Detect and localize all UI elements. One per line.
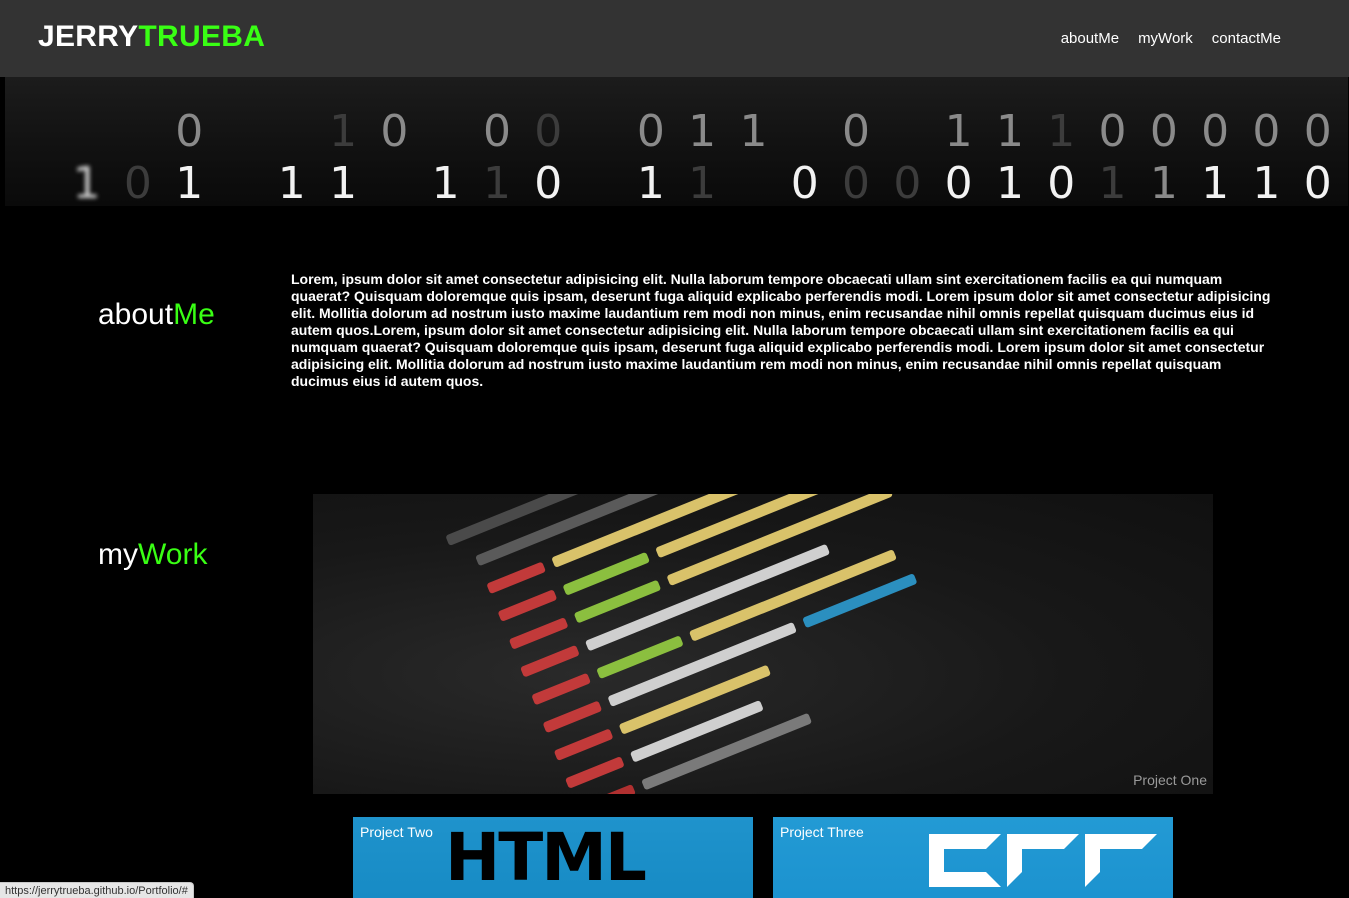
work-heading-green: Work [138, 538, 208, 571]
project-three-card[interactable]: Project Three [773, 817, 1173, 898]
nav-link-work[interactable]: myWork [1138, 30, 1193, 47]
nav-link-contact[interactable]: contactMe [1212, 30, 1281, 47]
css-logo [929, 834, 1157, 887]
brand-first: JERRY [38, 20, 139, 53]
navbar: JERRYTRUEBA aboutMe myWork contactMe [0, 0, 1349, 77]
brand-last: TRUEBA [138, 20, 266, 53]
brand-logo[interactable]: JERRYTRUEBA [38, 20, 265, 54]
project-two-label: Project Two [360, 824, 433, 840]
html-logo: HTML [445, 819, 647, 896]
browser-status-url: https://jerrytrueba.github.io/Portfolio/… [0, 882, 194, 898]
nav-link-about[interactable]: aboutMe [1061, 30, 1119, 47]
code-screen-image [423, 494, 1091, 794]
project-one-card[interactable]: Project One [313, 494, 1213, 794]
hero-binary-banner: 010000110111000000 101111101100001011110… [5, 77, 1348, 206]
work-heading: myWork [98, 538, 207, 572]
project-two-card[interactable]: Project Two HTML [353, 817, 753, 898]
project-three-label: Project Three [780, 824, 864, 840]
work-heading-white: my [98, 538, 138, 571]
about-heading-green: Me [173, 298, 215, 331]
project-one-label: Project One [1133, 772, 1207, 788]
nav-links: aboutMe myWork contactMe [1061, 30, 1281, 47]
about-paragraph: Lorem, ipsum dolor sit amet consectetur … [291, 271, 1271, 389]
about-heading: aboutMe [98, 298, 215, 332]
about-heading-white: about [98, 298, 174, 331]
